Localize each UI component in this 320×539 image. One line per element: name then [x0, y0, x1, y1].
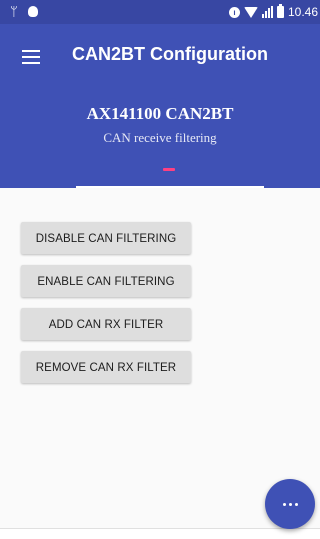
circle-icon: ı [228, 6, 240, 18]
battery-icon [276, 4, 284, 18]
status-bar: ᛘ ı 10.46 [0, 0, 320, 24]
remove-can-rx-filter-button[interactable]: REMOVE CAN RX FILTER [21, 351, 191, 383]
signal-icon [261, 6, 273, 18]
usb-icon: ᛘ [10, 4, 18, 19]
toolbar-title: CAN2BT Configuration [72, 44, 268, 64]
bottom-divider [0, 528, 320, 539]
menu-icon[interactable] [22, 50, 40, 64]
add-can-rx-filter-button[interactable]: ADD CAN RX FILTER [21, 308, 191, 340]
wifi-icon [243, 6, 258, 18]
header-subtitle: CAN receive filtering [103, 130, 217, 145]
page-indicator [163, 168, 175, 171]
status-time: 10.46 [287, 5, 318, 19]
bug-icon [28, 6, 38, 17]
more-options-fab[interactable] [265, 479, 315, 529]
enable-can-filtering-button[interactable]: ENABLE CAN FILTERING [21, 265, 191, 297]
disable-can-filtering-button[interactable]: DISABLE CAN FILTERING [21, 222, 191, 254]
app-bar: CAN2BT Configuration AX141100 CAN2BT CAN… [0, 24, 320, 189]
header-title: AX141100 CAN2BT [86, 104, 234, 123]
status-icons: ı 10.46 [228, 0, 318, 24]
more-horiz-icon [282, 502, 286, 506]
